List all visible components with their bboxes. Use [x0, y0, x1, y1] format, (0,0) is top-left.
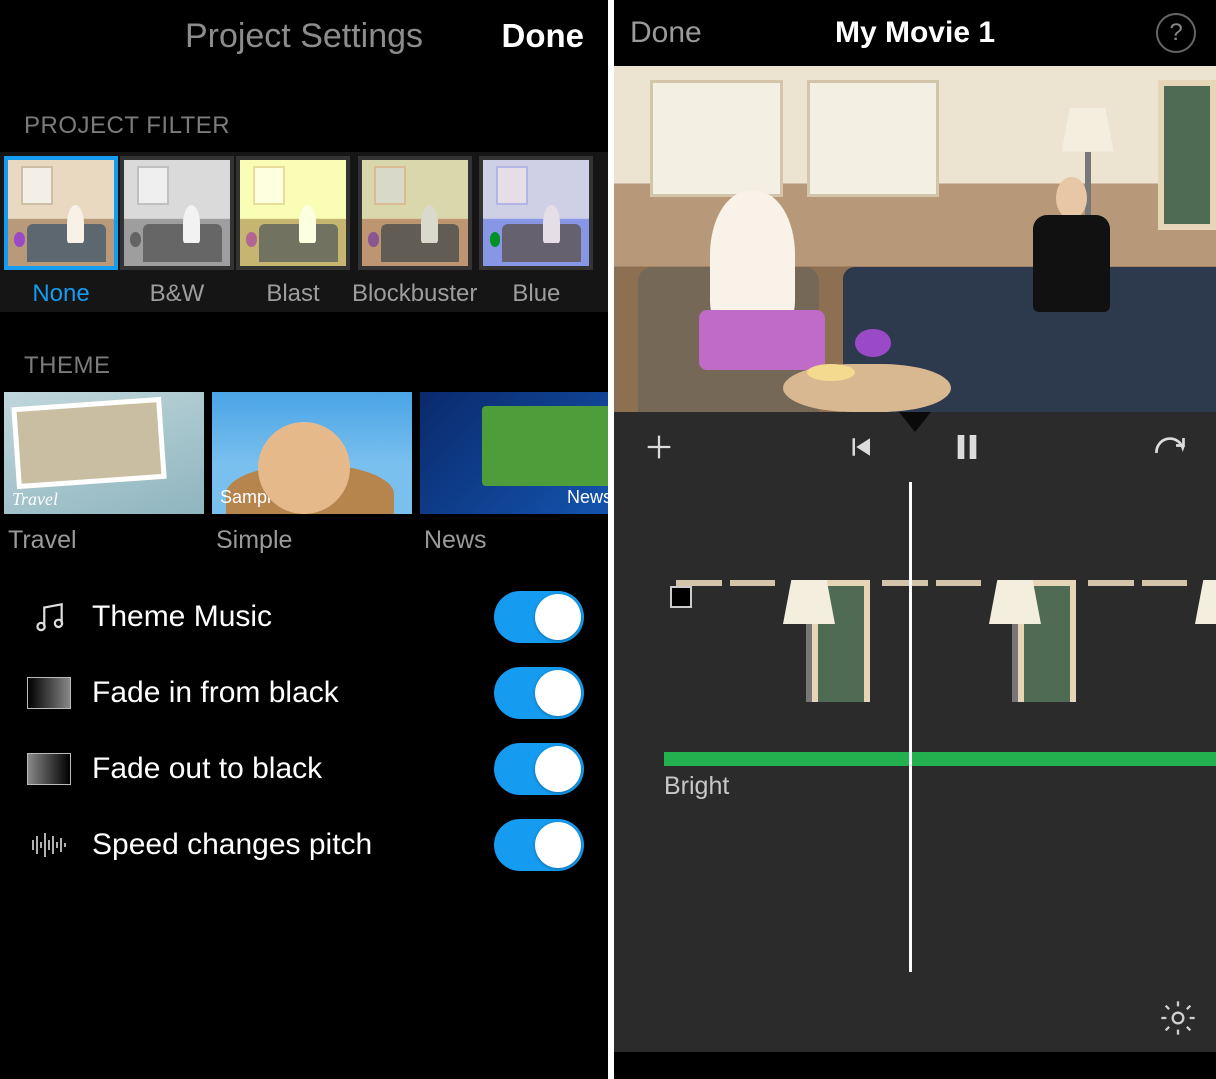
setting-theme-music: Theme Music [24, 579, 584, 655]
filter-thumb-blockbuster[interactable] [358, 156, 472, 270]
add-media-button[interactable] [642, 430, 676, 464]
done-button[interactable]: Done [502, 17, 585, 55]
playhead-marker-icon [899, 412, 931, 432]
setting-fade-out: Fade out to black [24, 731, 584, 807]
filter-blast[interactable]: Blast [236, 156, 350, 308]
setting-speed-pitch: Speed changes pitch [24, 807, 584, 883]
project-settings-screen: Project Settings Done PROJECT FILTER Non… [0, 0, 608, 1079]
theme-travel[interactable]: Travel Travel [4, 392, 204, 555]
section-project-filter: PROJECT FILTER [0, 72, 608, 152]
setting-label: Fade in from black [92, 676, 494, 710]
filter-thumb-bw[interactable] [120, 156, 234, 270]
settings-toggle-list: Theme Music Fade in from black Fade out … [0, 555, 608, 883]
audio-track-label: Bright [664, 772, 729, 801]
clip-thumb[interactable] [1076, 580, 1216, 702]
filter-label: B&W [150, 280, 205, 308]
clip-thumb[interactable] [664, 580, 870, 702]
theme-corner-label: News [567, 487, 608, 508]
timeline[interactable]: Bright [614, 482, 1216, 1052]
editor-header: Done My Movie 1 ? [614, 0, 1216, 66]
settings-header: Project Settings Done [0, 0, 608, 72]
filter-label: Blast [266, 280, 319, 308]
editor-done-button[interactable]: Done [630, 16, 702, 50]
filter-thumb-blue[interactable] [479, 156, 593, 270]
theme-title: Travel [4, 526, 77, 555]
toggle-theme-music[interactable] [494, 591, 584, 643]
filter-thumb-none[interactable] [4, 156, 118, 270]
theme-thumb-travel[interactable]: Travel [4, 392, 204, 514]
theme-thumb-simple[interactable]: Sample [212, 392, 412, 514]
filter-bw[interactable]: B&W [120, 156, 234, 308]
preview-frame [614, 66, 1216, 412]
filter-label: Blockbuster [352, 280, 477, 308]
filter-blockbuster[interactable]: Blockbuster [352, 156, 477, 308]
theme-title: Simple [212, 526, 292, 555]
theme-thumb-news[interactable]: News [420, 392, 608, 514]
previous-button[interactable] [845, 432, 875, 462]
theme-news[interactable]: News News [420, 392, 608, 555]
waveform-icon [24, 825, 74, 865]
setting-label: Fade out to black [92, 752, 494, 786]
help-button[interactable]: ? [1156, 13, 1196, 53]
fade-out-icon [24, 749, 74, 789]
filter-thumb-blast[interactable] [236, 156, 350, 270]
filter-blue[interactable]: Blue [479, 156, 593, 308]
undo-button[interactable] [1152, 432, 1188, 462]
theme-corner-label: Sample [220, 487, 281, 508]
theme-corner-label: Travel [12, 489, 58, 510]
filter-label: None [32, 280, 89, 308]
theme-title: News [420, 526, 487, 555]
toggle-speed-pitch[interactable] [494, 819, 584, 871]
setting-label: Theme Music [92, 600, 494, 634]
clip-thumb[interactable] [870, 580, 1076, 702]
project-title: My Movie 1 [835, 16, 995, 50]
toggle-fade-in[interactable] [494, 667, 584, 719]
filter-none[interactable]: None [4, 156, 118, 308]
video-preview[interactable] [614, 66, 1216, 412]
theme-simple[interactable]: Sample Simple [212, 392, 412, 555]
playhead-line[interactable] [909, 482, 912, 972]
section-theme: THEME [0, 312, 608, 392]
clip-start-marker-icon [670, 586, 692, 608]
editor-screen: Done My Movie 1 ? [608, 0, 1216, 1079]
audio-track[interactable] [664, 752, 1216, 766]
settings-title: Project Settings [185, 17, 423, 56]
filter-label: Blue [512, 280, 560, 308]
toggle-fade-out[interactable] [494, 743, 584, 795]
filter-strip[interactable]: None B&W Blast Blockbuster Blue [0, 152, 608, 312]
music-icon [24, 597, 74, 637]
pause-button[interactable] [951, 429, 983, 465]
theme-strip[interactable]: Travel Travel Sample Simple News News [0, 392, 608, 555]
setting-label: Speed changes pitch [92, 828, 494, 862]
fade-in-icon [24, 673, 74, 713]
settings-gear-button[interactable] [1158, 998, 1198, 1038]
setting-fade-in: Fade in from black [24, 655, 584, 731]
video-track[interactable] [664, 580, 1216, 702]
